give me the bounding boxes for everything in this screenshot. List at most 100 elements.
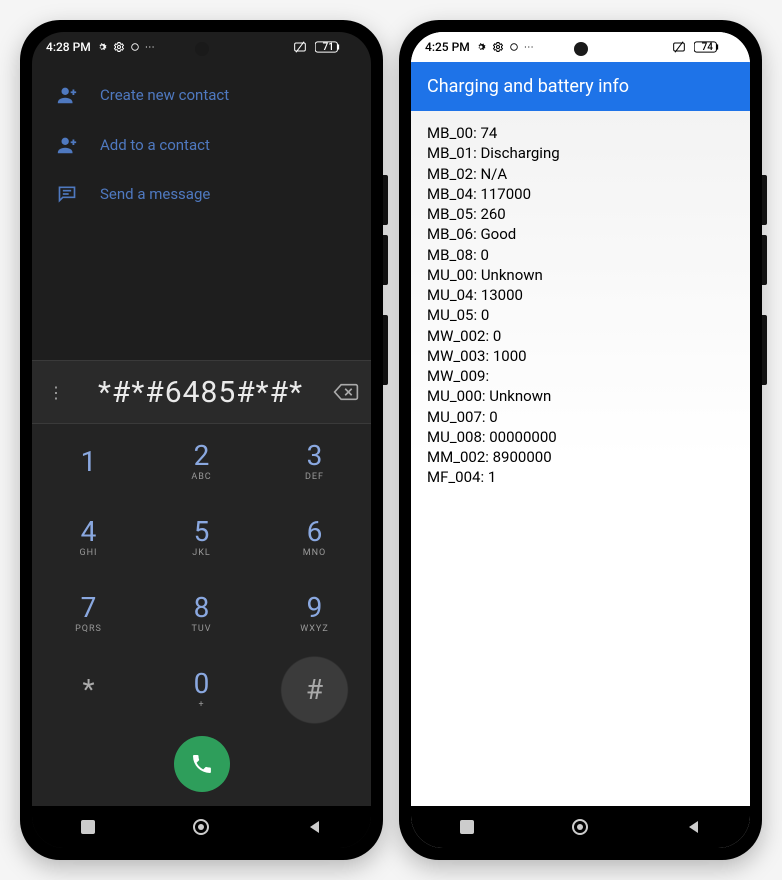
key-letters: PQRS [75,624,102,634]
key-digit: 3 [307,442,323,470]
info-key: MB_06 [427,225,480,243]
settings-outline-icon [113,41,125,53]
info-value: 00000000 [489,428,556,446]
info-value: N/A [480,165,507,183]
info-key: MB_02 [427,165,480,183]
info-key: MW_002 [427,327,493,345]
key-digit: * [82,676,94,704]
info-value: Discharging [480,144,559,162]
info-value: 0 [480,246,488,264]
person-add-icon [56,134,78,156]
info-key: MB_08 [427,246,480,264]
key-digit: # [306,676,323,704]
key-letters: TUV [192,624,212,634]
screen-battery-info: 4:25 PM ⋯ 74 [411,32,750,848]
info-row: MB_05260 [427,204,734,224]
key-digit: 6 [307,518,323,546]
nav-recent-button[interactable] [80,819,96,835]
more-icon: ⋯ [524,42,534,53]
keypad: 12ABC 3 DEF 4GHI5JKL 6 MNO 7PQRS 8 TUV 9 WXYZ * 0+ # [32,424,371,728]
key-digit: 4 [81,518,97,546]
info-row: MM_0028900000 [427,447,734,467]
info-key: MU_05 [427,306,481,324]
key-1[interactable]: 1 [32,424,145,500]
power-button[interactable] [762,315,767,385]
info-row: MB_01Discharging [427,143,734,163]
info-value: Unknown [489,387,551,405]
info-key: MW_009 [427,367,489,385]
volume-down-button[interactable] [762,235,767,285]
key-digit: 9 [307,594,323,622]
status-bar: 4:25 PM ⋯ 74 [411,32,750,62]
navigation-bar [32,806,371,848]
info-value: 0 [493,327,501,345]
key-star[interactable]: * [32,652,145,728]
info-value: 0 [489,408,497,426]
info-key: MU_007 [427,408,489,426]
phone-left: 4:28 PM ⋯ 71 [20,20,383,860]
message-icon [56,184,78,204]
volume-down-button[interactable] [383,235,388,285]
key-3[interactable]: 3 DEF [258,424,371,500]
call-row [32,728,371,806]
key-5[interactable]: 5JKL [145,500,258,576]
info-value: 8900000 [493,448,552,466]
info-row: MB_02N/A [427,164,734,184]
key-hash[interactable]: # [258,652,371,728]
key-digit: 8 [194,594,210,622]
info-key: MU_008 [427,428,489,446]
info-value: 117000 [480,185,531,203]
navigation-bar [411,806,750,848]
create-new-contact[interactable]: Create new contact [32,70,371,120]
key-4[interactable]: 4GHI [32,500,145,576]
info-value: 1 [488,468,496,486]
call-button[interactable] [174,736,230,792]
key-letters: DEF [305,472,324,482]
info-row: MU_00800000000 [427,427,734,447]
action-label: Send a message [100,185,210,203]
info-row: MF_0041 [427,467,734,487]
dial-menu-button[interactable]: ⋮ [44,383,68,402]
nav-back-button[interactable] [307,819,323,835]
nav-recent-button[interactable] [459,819,475,835]
key-letters: WXYZ [300,624,328,634]
volume-up-button[interactable] [383,175,388,225]
status-time: 4:25 PM [425,40,470,54]
action-label: Create new contact [100,86,229,104]
key-7[interactable]: 7PQRS [32,576,145,652]
screen-dialer: 4:28 PM ⋯ 71 [32,32,371,848]
info-key: MB_05 [427,205,480,223]
info-value: 74 [480,124,497,142]
circle-icon [509,42,519,52]
key-8[interactable]: 8 TUV [145,576,258,652]
info-row: MU_0413000 [427,285,734,305]
key-letters: + [198,700,204,710]
info-row: MW_0020 [427,326,734,346]
info-key: MB_01 [427,144,480,162]
person-add-icon [56,84,78,106]
power-button[interactable] [383,315,388,385]
backspace-button[interactable] [333,382,359,402]
nav-home-button[interactable] [571,818,589,836]
nav-home-button[interactable] [192,818,210,836]
info-key: MF_004 [427,468,488,486]
key-letters: MNO [303,548,326,558]
key-9[interactable]: 9 WXYZ [258,576,371,652]
info-row: MU_050 [427,305,734,325]
key-2[interactable]: 2ABC [145,424,258,500]
battery-info-list[interactable]: MB_0074MB_01DischargingMB_02N/AMB_041170… [411,111,750,806]
info-key: MU_000 [427,387,489,405]
info-key: MM_002 [427,448,493,466]
circle-icon [130,42,140,52]
page-title: Charging and battery info [427,76,629,97]
volume-up-button[interactable] [762,175,767,225]
send-message[interactable]: Send a message [32,170,371,218]
settings-icon [475,41,487,53]
nav-back-button[interactable] [686,819,702,835]
key-6[interactable]: 6 MNO [258,500,371,576]
info-value: 1000 [493,347,527,365]
add-to-contact[interactable]: Add to a contact [32,120,371,170]
info-row: MB_06Good [427,224,734,244]
key-0[interactable]: 0+ [145,652,258,728]
info-key: MW_003 [427,347,493,365]
